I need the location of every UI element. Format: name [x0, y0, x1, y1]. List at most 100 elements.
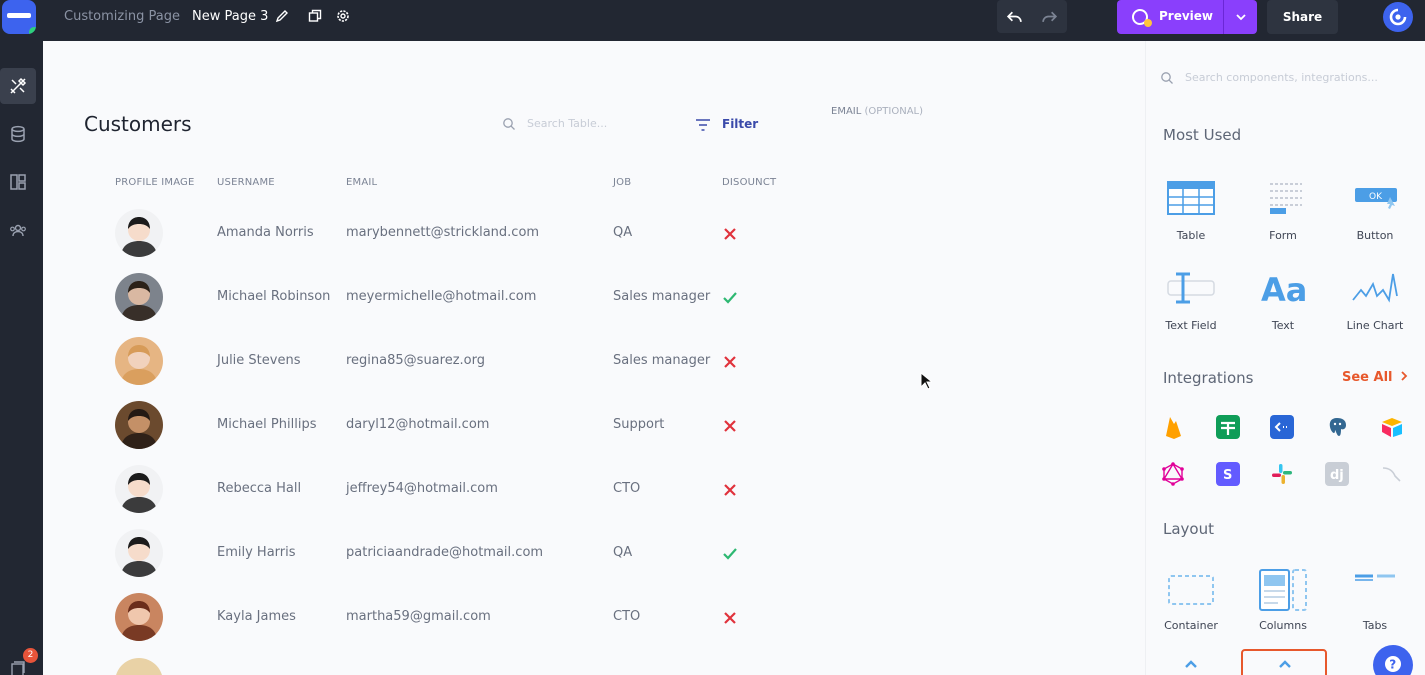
avatar — [115, 337, 163, 385]
most-used-title: Most Used — [1163, 126, 1242, 144]
undo-icon[interactable] — [1006, 8, 1023, 25]
avatar — [115, 273, 163, 321]
google-sheets-icon[interactable] — [1216, 415, 1240, 439]
cell-email: jeffrey54@hotmail.com — [346, 481, 498, 496]
page-canvas: Customers Search Table... Filter EMAIL (… — [43, 41, 1145, 675]
help-question-icon: ? — [1385, 656, 1401, 672]
component-table[interactable]: Table — [1146, 178, 1226, 258]
table-row[interactable]: Julie Stevens regina85@suarez.org Sales ma… — [43, 331, 823, 395]
component-text-field[interactable]: Text Field — [1146, 268, 1226, 348]
sidebar-item-database[interactable] — [0, 116, 36, 152]
columns-icon — [1259, 569, 1307, 611]
firebase-icon[interactable] — [1161, 415, 1185, 439]
column-header-email[interactable]: EMAIL — [346, 177, 377, 188]
django-icon[interactable]: dj — [1325, 462, 1349, 486]
cross-icon — [724, 356, 736, 368]
mysql-icon[interactable] — [1380, 462, 1404, 486]
rest-api-icon[interactable] — [1270, 415, 1294, 439]
component-button[interactable]: OK Button — [1330, 178, 1410, 258]
svg-text:dj: dj — [1330, 468, 1344, 483]
component-form[interactable]: Form — [1238, 178, 1318, 258]
app-logo-icon[interactable] — [2, 0, 36, 34]
redo-icon[interactable] — [1041, 8, 1058, 25]
edit-pencil-icon[interactable] — [274, 8, 290, 24]
scroll-up-box[interactable] — [1241, 649, 1327, 675]
duplicate-icon[interactable] — [307, 8, 323, 24]
line-chart-icon — [1352, 273, 1398, 303]
table-row[interactable]: Michael Phillips daryl12@hotmail.com Suppo… — [43, 395, 823, 459]
graphql-icon[interactable] — [1161, 462, 1185, 486]
cell-username: Emily Harris — [217, 545, 296, 560]
email-field-label: EMAIL (OPTIONAL) — [831, 106, 923, 117]
chevron-down-icon — [1236, 14, 1246, 21]
filter-button[interactable]: Filter — [695, 116, 765, 134]
component-label: Text — [1271, 319, 1295, 332]
component-search[interactable]: Search components, integrations... — [1158, 69, 1413, 89]
airtable-icon[interactable] — [1380, 415, 1404, 439]
components-panel: Search components, integrations... Most … — [1145, 41, 1425, 675]
page-name[interactable]: New Page 3 — [192, 9, 268, 24]
see-all-link[interactable]: See All — [1342, 370, 1409, 385]
component-tabs[interactable]: Tabs — [1330, 568, 1410, 648]
column-header-username[interactable]: USERNAME — [217, 177, 275, 188]
chevron-up-icon[interactable] — [1184, 659, 1198, 669]
cross-icon — [724, 484, 736, 496]
preview-options-button[interactable] — [1223, 0, 1257, 34]
check-icon — [723, 292, 737, 304]
component-columns[interactable]: Columns — [1238, 568, 1318, 648]
cell-job: Sales manager — [613, 289, 711, 304]
notification-badge: 2 — [23, 648, 38, 663]
chevron-up-icon — [1279, 660, 1291, 668]
cell-job: CTO — [613, 481, 641, 496]
stripe-icon[interactable]: S — [1216, 462, 1240, 486]
cell-username: Rebecca Hall — [217, 481, 302, 496]
cell-username: Julie Stevens — [217, 353, 301, 368]
column-header-profile[interactable]: PROFILE IMAGE — [115, 177, 195, 188]
postgresql-icon[interactable] — [1325, 415, 1349, 439]
table-row[interactable]: Emily Harris patriciaandrade@hotmail.com Q… — [43, 523, 823, 587]
component-line-chart[interactable]: Line Chart — [1330, 268, 1410, 348]
table-row[interactable]: Rebecca Hall jeffrey54@hotmail.com CTO — [43, 459, 823, 523]
preview-button[interactable]: Preview — [1117, 0, 1223, 34]
user-logo-icon — [1389, 8, 1407, 26]
email-optional-text: (OPTIONAL) — [864, 106, 924, 117]
sidebar-item-design[interactable] — [0, 68, 36, 104]
app-root: Customizing Page New Page 3 Preview Shar… — [0, 0, 1425, 675]
sidebar-item-users[interactable] — [0, 212, 36, 248]
cell-email: daryl12@hotmail.com — [346, 417, 490, 432]
cell-email: marybennett@strickland.com — [346, 225, 540, 240]
app-name[interactable]: Customizing Page — [64, 9, 180, 24]
avatar — [115, 658, 163, 675]
pages-stack-icon[interactable] — [9, 659, 27, 675]
svg-text:?: ? — [1389, 658, 1396, 672]
cell-job: CTO — [613, 609, 641, 624]
column-header-discount[interactable]: DISOUNCT — [722, 177, 776, 188]
component-container[interactable]: Container — [1146, 568, 1226, 648]
settings-gear-icon[interactable] — [335, 8, 351, 24]
users-icon — [10, 224, 26, 237]
component-text[interactable]: Aa Text — [1238, 268, 1318, 348]
slack-icon[interactable] — [1270, 462, 1294, 486]
form-icon — [1270, 183, 1302, 214]
filter-label: Filter — [722, 117, 759, 131]
cell-email: regina85@suarez.org — [346, 353, 485, 368]
database-icon — [11, 125, 25, 143]
component-label: Button — [1356, 229, 1394, 242]
svg-text:S: S — [1223, 468, 1232, 483]
table-title: Customers — [84, 112, 192, 136]
container-icon — [1168, 575, 1214, 605]
table-search-placeholder: Search Table... — [527, 117, 608, 130]
share-button[interactable]: Share — [1267, 0, 1338, 34]
email-label-text: EMAIL — [831, 106, 862, 117]
component-search-placeholder: Search components, integrations... — [1185, 71, 1378, 84]
sidebar-item-layouts[interactable] — [0, 164, 36, 200]
table-row[interactable]: Michael Robinson meyermichelle@hotmail.co… — [43, 267, 823, 331]
cell-username: Michael Phillips — [217, 417, 317, 432]
user-avatar[interactable] — [1383, 2, 1413, 32]
table-search[interactable]: Search Table... — [502, 115, 662, 135]
column-header-job[interactable]: JOB — [613, 177, 631, 188]
table-row[interactable]: Kayla James martha59@gmail.com CTO — [43, 587, 823, 651]
table-row[interactable]: Amanda Norris marybennett@strickland.com Q… — [43, 203, 823, 267]
cell-username: Kayla James — [217, 609, 296, 624]
preview-label: Preview — [1159, 9, 1214, 23]
